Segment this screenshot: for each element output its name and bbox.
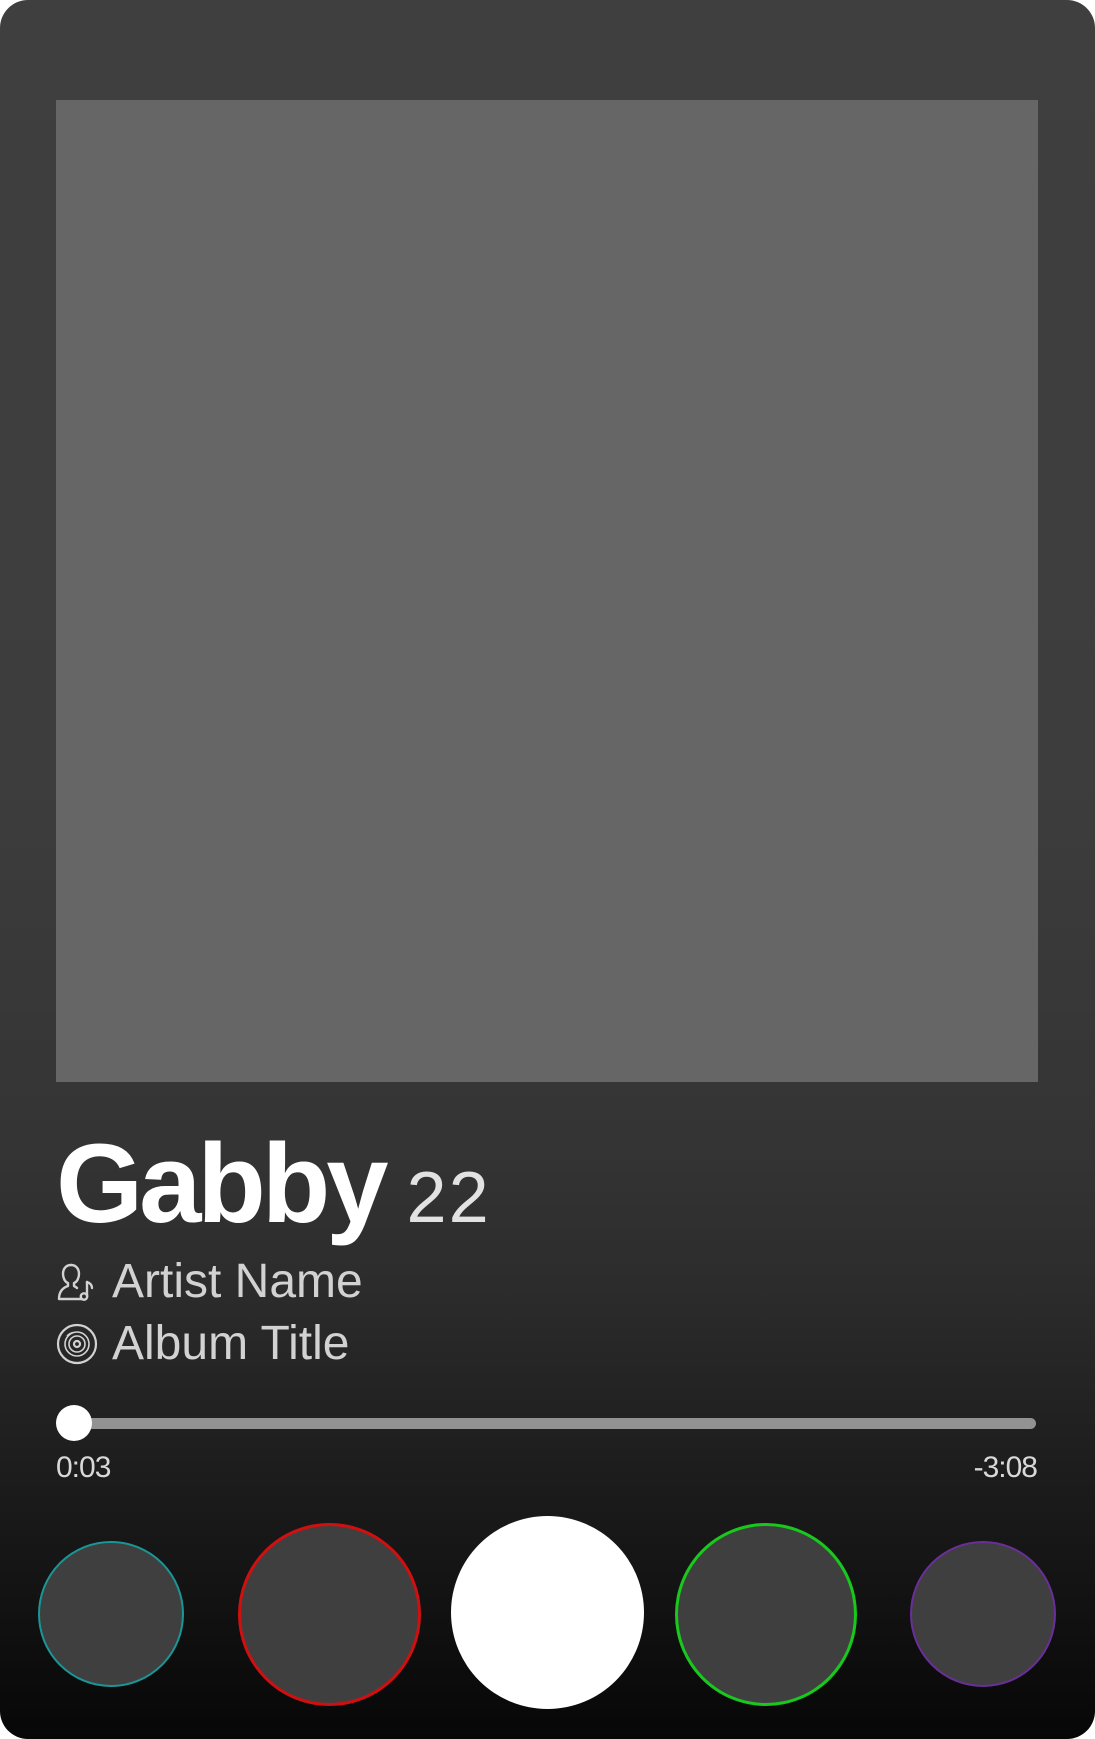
player-card: Gabby 22 Artist Name Album Title 0:03 -3… (0, 0, 1095, 1739)
song-age: 22 (406, 1158, 491, 1238)
control-circle-5[interactable] (910, 1541, 1056, 1687)
song-title: Gabby (56, 1121, 389, 1246)
title-row: Gabby 22 (56, 1128, 491, 1248)
control-circle-1[interactable] (38, 1541, 184, 1687)
progress-knob[interactable] (55, 1405, 92, 1441)
album-artwork-placeholder (56, 100, 1038, 1082)
artist-name: Artist Name (112, 1255, 363, 1308)
remaining-time: -3:08 (973, 1451, 1038, 1484)
control-circle-2[interactable] (238, 1523, 421, 1706)
control-circle-4[interactable] (675, 1523, 857, 1706)
artist-row[interactable]: Artist Name (56, 1254, 363, 1310)
control-circle-3[interactable] (451, 1516, 644, 1709)
progress-track[interactable] (58, 1418, 1036, 1429)
elapsed-time: 0:03 (56, 1451, 111, 1484)
vinyl-disc-icon (56, 1323, 98, 1365)
album-row[interactable]: Album Title (56, 1316, 349, 1372)
artist-icon (56, 1261, 98, 1303)
album-title: Album Title (112, 1317, 350, 1370)
